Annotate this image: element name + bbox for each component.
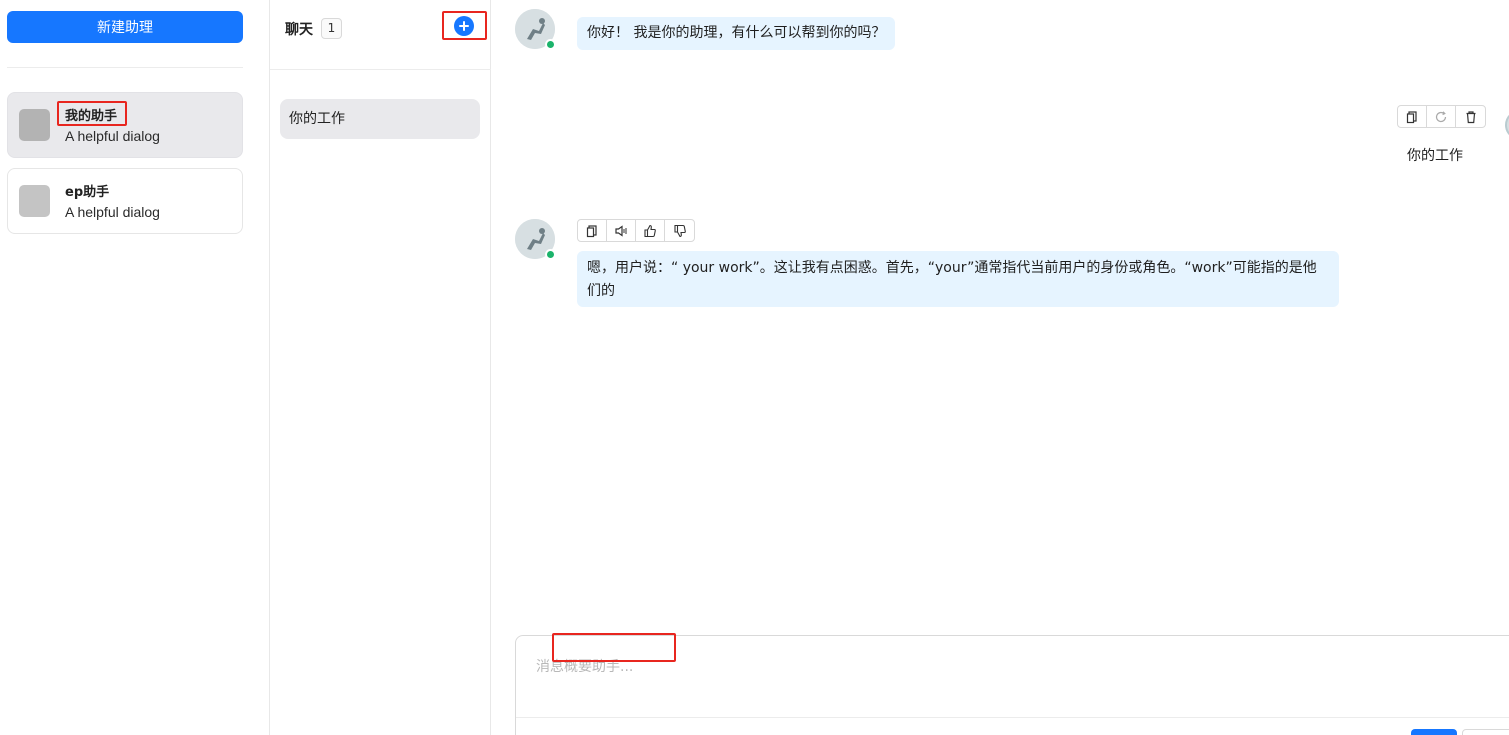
assistant-divider — [7, 67, 243, 68]
secondary-button[interactable] — [1462, 729, 1509, 735]
chat-list-title: 聊天 — [285, 22, 313, 38]
chat-count-badge: 1 — [321, 18, 342, 39]
user-message-text: 你的工作 — [1407, 148, 1463, 164]
copy-icon[interactable] — [1398, 106, 1427, 127]
user-avatar — [1505, 110, 1509, 140]
refresh-icon[interactable] — [1427, 106, 1456, 127]
assistant-card-ep-assistant[interactable]: ep助手 A helpful dialog — [7, 168, 243, 234]
message-composer — [515, 635, 1509, 735]
assistant-description: A helpful dialog — [65, 204, 160, 220]
assistant-card-my-assistant[interactable]: 我的助手 A helpful dialog — [7, 92, 243, 158]
message-input[interactable] — [536, 656, 1496, 706]
composer-divider — [516, 717, 1509, 718]
online-status-dot — [545, 39, 556, 50]
assistant-name: ep助手 — [65, 185, 110, 200]
bot-avatar — [515, 9, 556, 50]
bot-message-bubble: 你好！ 我是你的助理，有什么可以帮到你的吗？ — [577, 17, 896, 50]
bot-message-toolbar — [577, 219, 695, 242]
assistant-description: A helpful dialog — [65, 128, 160, 144]
assistant-avatar — [19, 185, 50, 217]
plus-circle-icon[interactable] — [454, 16, 474, 36]
chat-divider — [270, 69, 491, 70]
assistant-name: 我的助手 — [65, 109, 118, 124]
assistant-avatar — [19, 109, 50, 141]
online-status-dot — [545, 249, 556, 260]
speaker-icon[interactable] — [607, 220, 636, 241]
copy-icon[interactable] — [578, 220, 607, 241]
new-assistant-button[interactable]: 新建助理 — [7, 11, 243, 43]
chat-list-panel: 聊天 1 你的工作 — [270, 0, 491, 735]
thumbs-up-icon[interactable] — [636, 220, 665, 241]
user-message-toolbar — [1397, 105, 1486, 128]
chat-item[interactable]: 你的工作 — [280, 99, 480, 139]
chat-main: 你好！ 我是你的助理，有什么可以帮到你的吗？ 你的工作 嗯，用户说：“ your… — [491, 0, 1509, 735]
assistant-panel: 新建助理 我的助手 A helpful dialog ep助手 A helpfu… — [0, 0, 270, 735]
trash-icon[interactable] — [1456, 106, 1485, 127]
send-button[interactable] — [1411, 729, 1457, 735]
thumbs-down-icon[interactable] — [665, 220, 694, 241]
bot-avatar — [515, 219, 556, 260]
bot-reply-bubble: 嗯，用户说：“ your work”。这让我有点困惑。首先，“your”通常指代… — [577, 251, 1339, 307]
